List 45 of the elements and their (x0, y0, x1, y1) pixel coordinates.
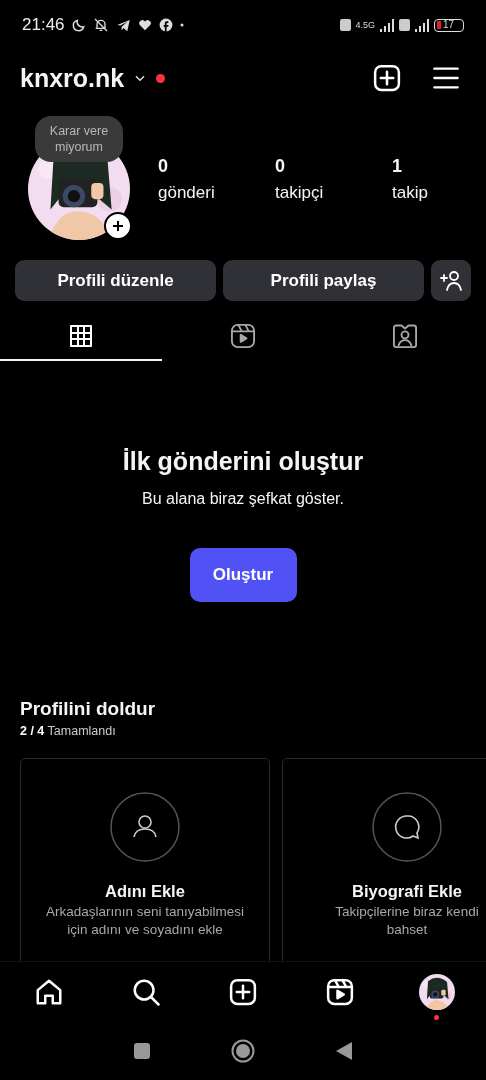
recents-icon[interactable] (133, 1042, 151, 1060)
card-title: Biyografi Ekle (351, 882, 462, 901)
dot-icon (179, 23, 184, 27)
card-description: bahset (386, 922, 428, 937)
reels-icon (229, 322, 257, 350)
signal-icon (414, 18, 430, 32)
person-icon (110, 792, 180, 862)
stat-count: 0 (158, 155, 169, 177)
create-post-button[interactable]: Oluştur (189, 548, 297, 602)
add-person-button[interactable] (431, 260, 471, 301)
signal-icon (379, 18, 395, 32)
menu-icon[interactable] (432, 65, 460, 91)
tagged-person-icon (391, 322, 419, 350)
home-circle-icon[interactable] (231, 1039, 255, 1063)
section-title: Profilini doldur (20, 698, 157, 720)
speech-bubble-icon (372, 792, 442, 862)
facebook-icon (158, 18, 173, 32)
moon-icon (71, 18, 86, 32)
add-person-icon (439, 269, 463, 292)
card-title: Adını Ekle (105, 882, 185, 901)
back-icon[interactable] (335, 1041, 353, 1061)
stat-count: 0 (275, 155, 286, 177)
username[interactable]: knxro.nk (20, 63, 125, 93)
stat-label: gönderi (158, 182, 216, 203)
note-bubble[interactable]: Karar vere miyorum (35, 116, 123, 162)
stat-label: takip (392, 182, 429, 203)
heart-icon (137, 18, 152, 32)
empty-title: İlk gönderini oluştur (122, 447, 364, 476)
grid-icon (69, 324, 93, 348)
profile-action-button[interactable]: Profili paylaş (223, 260, 424, 301)
paper-plane-icon (115, 17, 131, 33)
battery-indicator: 17 (434, 18, 464, 32)
card-description: Takipçilerine biraz kendi (335, 904, 479, 919)
card-description: için adını ve soyadını ekle (67, 922, 223, 937)
add-story-icon[interactable] (104, 212, 132, 240)
progress-text: 2 / 4 Tamamlandı (20, 724, 117, 738)
status-time: 21:46 (22, 15, 65, 35)
create-icon[interactable] (372, 63, 402, 93)
muted-bell-icon (92, 17, 109, 33)
stat-count: 1 (392, 155, 403, 177)
network-type: 4.5G (355, 20, 375, 30)
stat-label: takipçi (275, 182, 325, 203)
profile-action-button[interactable]: Profili düzenle (15, 260, 216, 301)
card-description: Arkadaşlarının seni tanıyabilmesi (45, 904, 245, 919)
empty-subtitle: Bu alana biraz şefkat göster. (142, 490, 344, 508)
